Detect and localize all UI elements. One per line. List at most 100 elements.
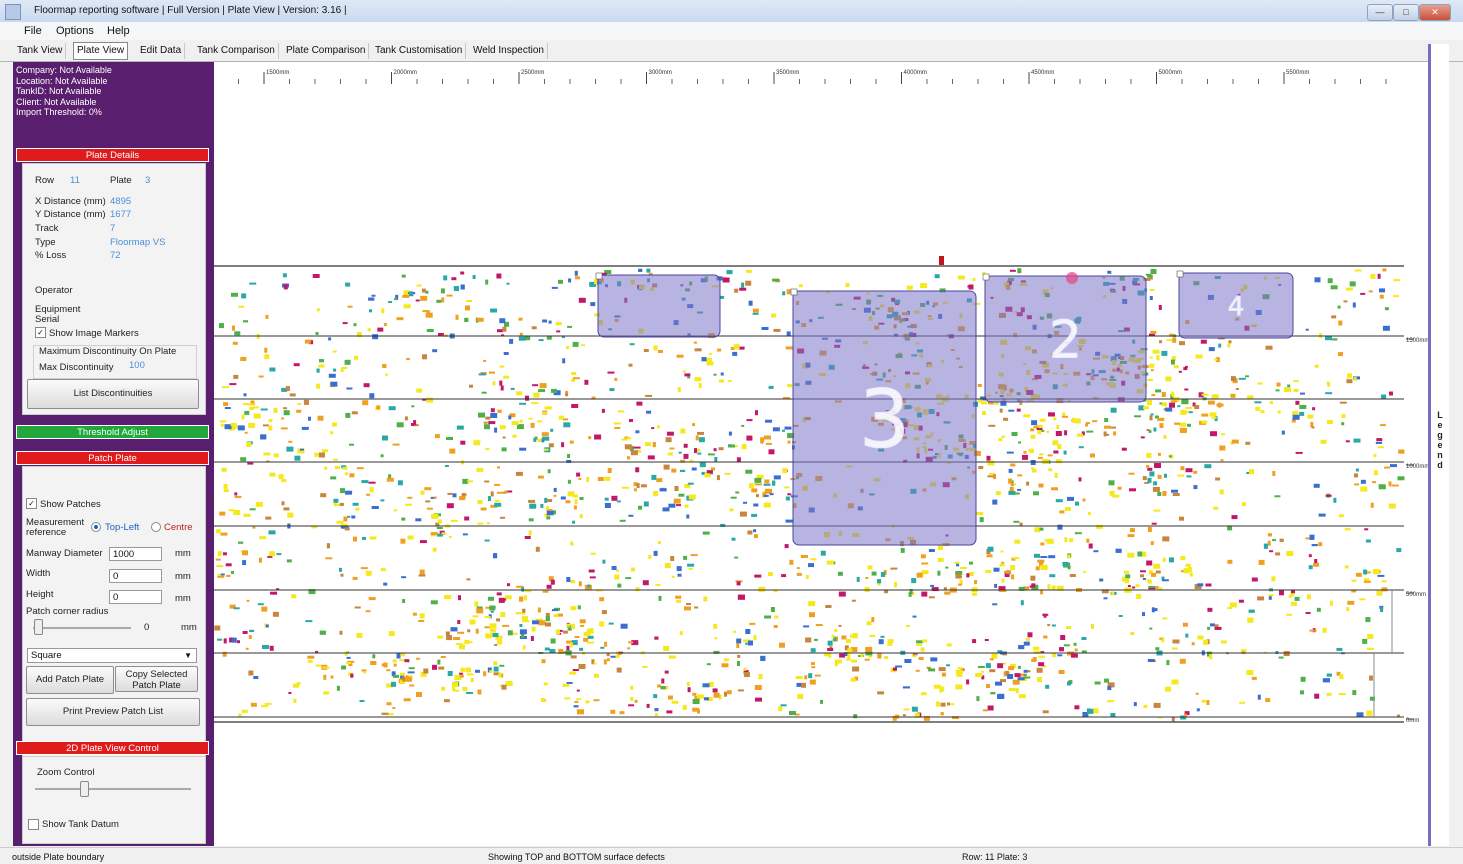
tab-weld-inspection[interactable]: Weld Inspection: [470, 43, 548, 59]
defect-mark: [537, 439, 542, 442]
defect-mark: [518, 317, 523, 321]
defect-mark: [686, 682, 690, 686]
plate-view-canvas[interactable]: 1500mm 2000mm 2500mm 3000mm 3500mm 4000mm 4500…: [214, 62, 1428, 846]
plate-details-header[interactable]: Plate Details: [16, 148, 209, 162]
defect-mark: [697, 431, 704, 435]
centre-radio-label[interactable]: Centre: [164, 522, 193, 533]
defect-mark: [1110, 713, 1116, 717]
defect-mark: [887, 642, 893, 646]
defect-mark: [476, 467, 484, 472]
defect-mark: [1355, 468, 1359, 472]
defect-mark: [609, 388, 615, 392]
defect-mark: [682, 370, 686, 373]
topleft-radio-label[interactable]: Top-Left: [105, 522, 139, 533]
defect-mark: [739, 511, 747, 517]
defect-mark: [616, 569, 619, 572]
defect-mark: [570, 541, 574, 546]
show-datum-checkbox[interactable]: [28, 819, 39, 830]
tab-tank-customisation[interactable]: Tank Customisation: [372, 43, 467, 59]
defect-mark: [663, 646, 670, 651]
defect-mark: [546, 584, 552, 589]
topleft-radio[interactable]: [91, 522, 101, 532]
patch-handle: [595, 272, 603, 280]
defect-mark: [733, 344, 740, 350]
tab-tank-view[interactable]: Tank View: [14, 43, 67, 59]
defect-mark: [737, 654, 741, 658]
corner-radius-slider[interactable]: [34, 619, 43, 635]
defect-mark: [706, 663, 711, 666]
centre-radio[interactable]: [151, 522, 161, 532]
defect-mark: [1390, 464, 1397, 468]
zoom-slider[interactable]: [80, 781, 89, 797]
defect-mark: [476, 317, 484, 322]
defect-mark: [485, 633, 493, 639]
width-input[interactable]: 0: [109, 569, 162, 583]
defect-mark: [1204, 464, 1212, 469]
max-discontinuity-value[interactable]: 100: [129, 360, 145, 371]
minimize-button[interactable]: —: [1367, 4, 1393, 21]
defect-mark: [1360, 292, 1366, 295]
defect-mark: [955, 684, 963, 690]
defect-mark: [1352, 690, 1357, 696]
defect-mark: [214, 625, 221, 631]
defect-mark: [574, 499, 578, 505]
defect-mark: [930, 584, 935, 587]
tab-plate-comparison[interactable]: Plate Comparison: [283, 43, 370, 59]
tab-plate-view[interactable]: Plate View: [73, 42, 129, 60]
defect-mark: [1345, 440, 1350, 443]
defect-mark: [415, 518, 422, 522]
defect-mark: [541, 698, 546, 702]
defect-mark: [1051, 624, 1056, 627]
shape-select[interactable]: Square ▼: [27, 648, 197, 663]
defect-mark: [473, 440, 481, 446]
defect-mark: [494, 502, 502, 507]
list-discontinuities-button[interactable]: List Discontinuities: [27, 379, 199, 409]
defect-mark: [501, 684, 507, 690]
row-label: Row: [35, 175, 55, 186]
defect-mark: [1228, 340, 1232, 344]
menu-help[interactable]: Help: [107, 25, 130, 37]
defect-mark: [655, 713, 658, 717]
show-patches-checkbox[interactable]: ✓: [26, 498, 37, 509]
defect-mark: [763, 494, 769, 497]
maximize-button[interactable]: □: [1393, 4, 1419, 21]
defect-mark: [419, 569, 425, 575]
defect-mark: [238, 305, 245, 308]
show-markers-checkbox[interactable]: ✓: [35, 327, 46, 338]
defect-mark: [916, 643, 922, 646]
patch-plate-header[interactable]: Patch Plate: [16, 451, 209, 465]
defect-mark: [1151, 522, 1157, 525]
defect-mark: [1036, 428, 1043, 430]
defect-mark: [708, 352, 712, 355]
defect-mark: [689, 459, 694, 462]
tab-tank-comparison[interactable]: Tank Comparison: [194, 43, 279, 59]
defect-mark: [219, 323, 224, 329]
menu-file[interactable]: File: [24, 25, 42, 37]
defect-mark: [1203, 639, 1209, 645]
defect-mark: [339, 502, 344, 506]
defect-mark: [1369, 675, 1373, 681]
add-patch-button[interactable]: Add Patch Plate: [26, 666, 114, 694]
tab-edit-data[interactable]: Edit Data: [137, 43, 186, 59]
defect-mark: [466, 667, 471, 673]
defect-mark: [496, 618, 501, 622]
menu-options[interactable]: Options: [56, 25, 94, 37]
defect-mark: [1146, 464, 1150, 468]
legend-panel[interactable]: Legend: [1428, 44, 1449, 846]
defect-mark: [489, 670, 493, 674]
threshold-adjust-header[interactable]: Threshold Adjust: [16, 425, 209, 439]
menu-bar: File Options Help: [0, 22, 1463, 40]
defect-mark: [1099, 578, 1104, 582]
view-control-header[interactable]: 2D Plate View Control: [16, 741, 209, 755]
close-button[interactable]: ✕: [1419, 4, 1451, 21]
copy-patch-button[interactable]: Copy Selected Patch Plate: [115, 666, 198, 692]
height-input[interactable]: 0: [109, 590, 162, 604]
serial-label: Serial: [35, 314, 60, 325]
corner-radius-unit: mm: [181, 622, 197, 633]
print-preview-button[interactable]: Print Preview Patch List: [26, 698, 200, 726]
defect-mark: [289, 393, 296, 397]
manway-input[interactable]: 1000: [109, 547, 162, 561]
defect-mark: [576, 689, 580, 692]
plate-map[interactable]: 1500mm 2000mm 2500mm 3000mm 3500mm 4000mm 4500…: [214, 62, 1428, 846]
defect-mark: [773, 475, 781, 480]
